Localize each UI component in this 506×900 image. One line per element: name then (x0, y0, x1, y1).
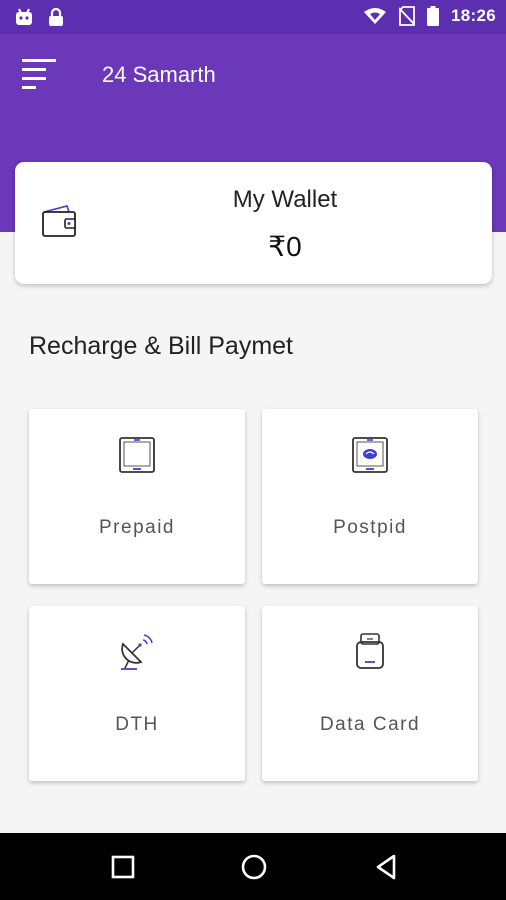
clock: 18:26 (451, 6, 496, 25)
android-icon (16, 8, 32, 25)
system-nav-bar (0, 833, 506, 900)
status-bar: 18:26 (0, 0, 506, 34)
back-icon (376, 854, 396, 880)
tablet-icon (119, 437, 155, 473)
section-title: Recharge & Bill Paymet (29, 332, 294, 360)
data-card-tile[interactable]: Data Card (262, 606, 478, 781)
wallet-title: My Wallet (232, 186, 338, 213)
dth-tile[interactable]: DTH (29, 606, 245, 781)
back-button[interactable] (370, 851, 402, 883)
phone-card-icon (352, 437, 388, 473)
no-sim-icon (399, 6, 416, 26)
postpaid-tile[interactable]: Postpid (262, 409, 478, 584)
battery-icon (427, 6, 440, 26)
menu-icon (22, 59, 56, 89)
data-card-label: Data Card (319, 714, 421, 735)
status-left (14, 7, 64, 27)
lock-icon (49, 7, 63, 26)
recents-button[interactable] (107, 851, 139, 883)
wifi-icon (364, 8, 387, 24)
satellite-dish-icon (121, 634, 153, 670)
home-button[interactable] (238, 851, 270, 883)
app-title: 24 Samarth (102, 62, 216, 87)
menu-button[interactable] (16, 56, 60, 96)
wallet-card[interactable]: My Wallet ₹0 (15, 162, 492, 284)
prepaid-label: Prepaid (99, 517, 175, 538)
wallet-balance: ₹0 (268, 231, 302, 262)
status-right: 18:26 (363, 6, 496, 26)
home-icon (241, 854, 267, 880)
recents-icon (111, 855, 135, 879)
dth-label: DTH (115, 714, 159, 735)
prepaid-tile[interactable]: Prepaid (29, 409, 245, 584)
postpaid-label: Postpid (333, 517, 407, 538)
data-card-icon (356, 633, 384, 669)
